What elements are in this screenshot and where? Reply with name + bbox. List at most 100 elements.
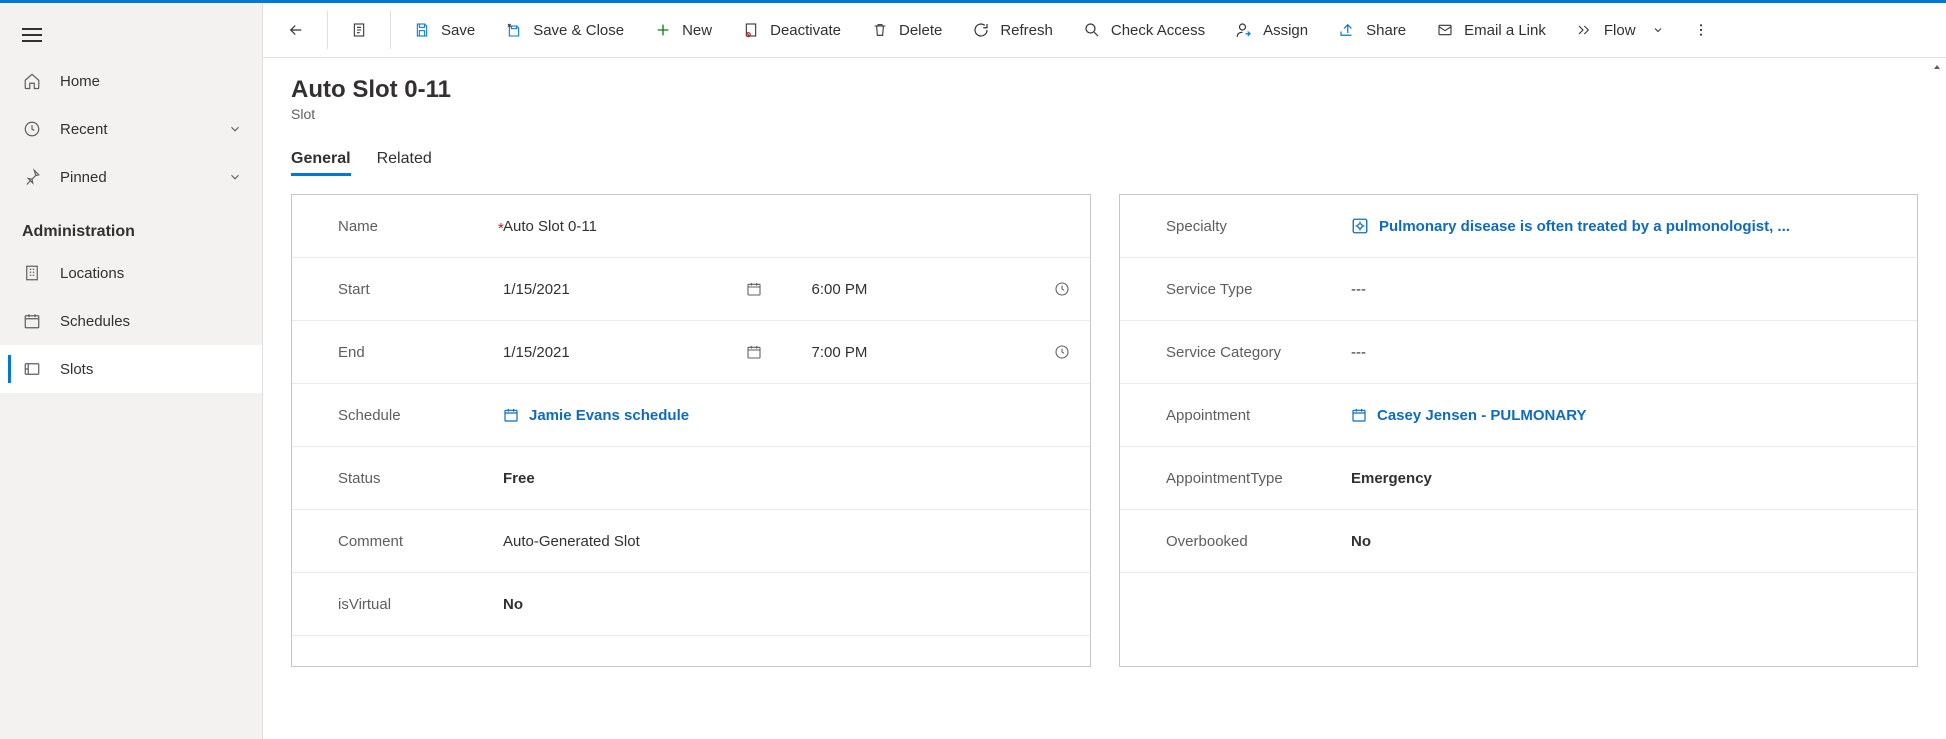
document-button[interactable] [336,10,382,50]
calendar-icon[interactable] [746,281,762,297]
end-date-value: 1/15/2021 [503,344,570,361]
sidebar-item-label: Home [60,73,242,90]
field-label: Specialty [1166,218,1351,235]
field-end[interactable]: End 1/15/2021 7:00 PM [292,321,1090,384]
start-time-value: 6:00 PM [812,281,868,298]
field-label: AppointmentType [1166,470,1351,487]
calendar-icon[interactable] [746,344,762,360]
sidebar-item-locations[interactable]: Locations [0,249,262,297]
field-value: Auto-Generated Slot [503,533,640,550]
field-specialty[interactable]: Specialty Pulmonary disease is often tre… [1120,195,1917,258]
field-schedule[interactable]: Schedule Jamie Evans schedule [292,384,1090,447]
save-icon [413,21,431,39]
deactivate-label: Deactivate [770,22,841,39]
field-appointment[interactable]: Appointment Casey Jensen - PULMONARY [1120,384,1917,447]
tab-general[interactable]: General [291,150,351,176]
end-time-value: 7:00 PM [812,344,868,361]
back-button[interactable] [273,10,319,50]
deactivate-button[interactable]: Deactivate [728,10,855,50]
schedule-link[interactable]: Jamie Evans schedule [529,407,689,424]
page-subtitle: Slot [291,106,1918,122]
field-value: Free [503,470,535,487]
field-comment[interactable]: Comment Auto-Generated Slot [292,510,1090,573]
email-link-label: Email a Link [1464,22,1546,39]
save-close-button[interactable]: Save & Close [491,10,638,50]
specialty-link[interactable]: Pulmonary disease is often treated by a … [1379,218,1790,235]
pin-icon [22,167,42,187]
general-left-panel: Name Auto Slot 0-11 Start 1/15/2021 [291,194,1091,667]
assign-button[interactable]: Assign [1221,10,1322,50]
document-icon [350,21,368,39]
deactivate-icon [742,21,760,39]
delete-button[interactable]: Delete [857,10,956,50]
save-label: Save [441,22,475,39]
field-label: Schedule [338,407,503,424]
content-area: Auto Slot 0-11 Slot General Related Name… [263,58,1946,739]
field-service-type[interactable]: Service Type --- [1120,258,1917,321]
overflow-button[interactable] [1680,10,1722,50]
sidebar-item-label: Pinned [60,169,210,186]
sidebar-item-pinned[interactable]: Pinned [0,153,262,201]
save-button[interactable]: Save [399,10,489,50]
back-arrow-icon [287,21,305,39]
sidebar-item-label: Slots [60,361,242,378]
tabs: General Related [291,150,1918,176]
field-value: Emergency [1351,470,1432,487]
field-status[interactable]: Status Free [292,447,1090,510]
flow-label: Flow [1604,22,1636,39]
plus-icon [654,21,672,39]
sidebar: Home Recent Pinned Admin [0,3,263,739]
field-value: No [503,596,523,613]
new-label: New [682,22,712,39]
field-isvirtual[interactable]: isVirtual No [292,573,1090,636]
appointment-link[interactable]: Casey Jensen - PULMONARY [1377,407,1587,424]
field-label: End [338,344,503,361]
search-icon [1083,21,1101,39]
sidebar-item-slots[interactable]: Slots [0,345,262,393]
assign-label: Assign [1263,22,1308,39]
field-value: No [1351,533,1371,550]
sidebar-section-administration: Administration [0,201,262,249]
calendar-icon [22,311,42,331]
scrollbar[interactable] [1928,58,1946,739]
refresh-label: Refresh [1000,22,1053,39]
clock-icon[interactable] [1054,344,1070,360]
email-link-button[interactable]: Email a Link [1422,10,1560,50]
field-label: Start [338,281,503,298]
chevron-down-icon [228,122,242,136]
clock-icon[interactable] [1054,281,1070,297]
check-access-button[interactable]: Check Access [1069,10,1219,50]
field-label: Service Type [1166,281,1351,298]
field-label: Appointment [1166,407,1351,424]
trash-icon [871,21,889,39]
hamburger-menu-icon[interactable] [22,23,46,47]
refresh-button[interactable]: Refresh [958,10,1067,50]
flow-icon [1576,21,1594,39]
field-name[interactable]: Name Auto Slot 0-11 [292,195,1090,258]
flow-button[interactable]: Flow [1562,10,1678,50]
field-start[interactable]: Start 1/15/2021 6:00 PM [292,258,1090,321]
share-icon [1338,21,1356,39]
save-close-icon [505,21,523,39]
field-appointment-type[interactable]: AppointmentType Emergency [1120,447,1917,510]
slot-icon [22,359,42,379]
field-label: Service Category [1166,344,1351,361]
save-close-label: Save & Close [533,22,624,39]
delete-label: Delete [899,22,942,39]
specialty-icon [1351,217,1369,235]
sidebar-item-label: Schedules [60,313,242,330]
divider [327,11,328,49]
sidebar-item-recent[interactable]: Recent [0,105,262,153]
general-right-panel: Specialty Pulmonary disease is often tre… [1119,194,1918,667]
field-label: Status [338,470,503,487]
sidebar-item-label: Recent [60,121,210,138]
sidebar-item-home[interactable]: Home [0,57,262,105]
field-value: --- [1351,344,1366,361]
sidebar-item-schedules[interactable]: Schedules [0,297,262,345]
tab-related[interactable]: Related [377,150,432,176]
field-label: Comment [338,533,503,550]
field-service-category[interactable]: Service Category --- [1120,321,1917,384]
field-overbooked[interactable]: Overbooked No [1120,510,1917,573]
new-button[interactable]: New [640,10,726,50]
share-button[interactable]: Share [1324,10,1420,50]
